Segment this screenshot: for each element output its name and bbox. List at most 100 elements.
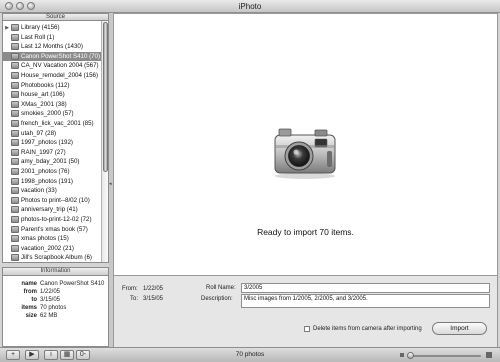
window-title: iPhoto <box>238 2 262 11</box>
from-label: From: <box>122 286 138 292</box>
album-icon <box>11 235 19 243</box>
bottom-toolbar: + ▶ i ▦ 0- 70 photos <box>0 347 500 362</box>
to-value: 3/15/05 <box>143 296 164 302</box>
source-item[interactable]: amy_bday_2001 (50) <box>3 157 102 166</box>
source-item[interactable]: House_remodel_2004 (156) <box>3 71 102 80</box>
source-item[interactable]: Jill's Scrapbook Album (6) <box>3 253 102 262</box>
source-scrollbar[interactable] <box>101 21 108 262</box>
source-item-label: Canon PowerShot S410 (70) <box>21 52 101 60</box>
source-item[interactable]: french_lick_vac_2001 (85) <box>3 119 102 128</box>
info-row-name: name Canon PowerShot S410 <box>3 280 110 288</box>
source-item[interactable]: Last 12 Months (1430) <box>3 42 102 51</box>
album-icon <box>11 120 19 127</box>
source-item[interactable]: vacation_2002 (21) <box>3 244 102 253</box>
source-item-label: vacation (33) <box>21 187 57 195</box>
source-item-label: Photos to print--8/02 (10) <box>21 196 90 204</box>
camera-icon <box>274 128 336 179</box>
source-item-label: CA_NV Vacation 2004 (567) <box>21 62 99 70</box>
source-item-label: anniversary_trip (41) <box>21 206 78 214</box>
library-icon <box>11 24 19 31</box>
album-icon <box>11 196 19 204</box>
source-item-label: 1998_photos (191) <box>21 177 73 185</box>
source-item[interactable]: vacation (33) <box>3 186 102 195</box>
information-panel: Information name Canon PowerShot S410 fr… <box>2 267 109 347</box>
source-item-label: House_remodel_2004 (156) <box>21 72 99 79</box>
source-item[interactable]: house_art (106) <box>3 90 102 99</box>
info-value: 3/15/05 <box>40 297 61 303</box>
information-header: Information <box>3 268 108 276</box>
source-item[interactable]: Photobooks (112) <box>3 81 102 90</box>
roll-name-field[interactable]: 3/2005 <box>241 283 490 293</box>
info-value: Canon PowerShot S410 <box>40 281 105 287</box>
source-item-label: 2001_photos (76) <box>21 168 70 175</box>
source-item[interactable]: utah_97 (28) <box>3 129 102 138</box>
source-item[interactable]: smokies_2000 (57) <box>3 109 102 118</box>
album-icon <box>11 177 19 185</box>
camera-icon <box>11 52 19 60</box>
source-item[interactable]: XMas_2001 (38) <box>3 100 102 109</box>
source-item[interactable]: anniversary_trip (41) <box>3 205 102 214</box>
splitter-arrow-icon[interactable]: ◂ <box>109 181 112 187</box>
source-item[interactable]: Parent's xmas book (57) <box>3 225 102 234</box>
info-key: size <box>25 313 37 319</box>
album-icon <box>11 244 19 252</box>
album-icon <box>11 81 19 89</box>
source-item-label: french_lick_vac_2001 (85) <box>21 120 94 127</box>
album-icon <box>11 139 19 147</box>
title-bar: iPhoto <box>0 0 500 13</box>
source-item[interactable]: 1997_photos (192) <box>3 138 102 147</box>
description-field[interactable]: Misc images from 1/2005, 2/2005, and 3/2… <box>241 294 490 308</box>
large-thumbnail-icon <box>486 352 492 358</box>
info-value: 70 photos <box>40 305 67 311</box>
sidebar: Source ▶ Library (4156) Last Roll (1) Last … <box>2 13 109 347</box>
source-item-label: Parent's xmas book (57) <box>21 225 88 233</box>
source-item-label: photos-to-print-12-02 (72) <box>21 216 92 223</box>
info-key: name <box>21 281 37 287</box>
source-item[interactable]: photos-to-print-12-02 (72) <box>3 215 102 224</box>
album-icon <box>11 216 19 223</box>
source-item-label: house_art (106) <box>21 91 65 99</box>
disclosure-triangle-icon[interactable]: ▶ <box>3 25 11 31</box>
delete-after-import-checkbox[interactable] <box>304 326 310 332</box>
album-icon <box>11 100 19 108</box>
source-item[interactable]: xmas photos (15) <box>3 234 102 243</box>
import-status: Ready to import 70 items. <box>257 227 354 237</box>
source-item[interactable]: Last Roll (1) <box>3 33 102 42</box>
source-item[interactable]: 2001_photos (76) <box>3 167 102 176</box>
import-button[interactable]: Import <box>432 322 487 335</box>
album-icon <box>11 72 19 79</box>
source-item-label: amy_bday_2001 (50) <box>21 158 80 166</box>
album-icon <box>11 225 19 233</box>
source-item-label: smokies_2000 (57) <box>21 110 74 118</box>
album-icon <box>11 206 19 214</box>
source-item-label: Jill's Scrapbook Album (6) <box>21 254 92 262</box>
zoom-slider[interactable] <box>409 355 481 357</box>
source-item[interactable]: Photos to print--8/02 (10) <box>3 196 102 205</box>
source-item-label: xmas photos (15) <box>21 235 69 243</box>
source-item[interactable]: 1998_photos (191) <box>3 177 102 186</box>
source-item-label: Library (4156) <box>21 24 60 31</box>
delete-after-import-label: Delete items from camera after importing <box>313 326 422 332</box>
source-item-label: 1997_photos (192) <box>21 139 73 147</box>
source-item-label: RAIN_1997 (27) <box>21 148 66 156</box>
album-icon <box>11 148 19 156</box>
info-row-from: from 1/22/05 <box>3 288 110 296</box>
album-icon <box>11 254 19 262</box>
source-item[interactable]: Canon PowerShot S410 (70) <box>3 51 102 61</box>
source-item-label: utah_97 (28) <box>21 129 57 137</box>
info-key: to <box>31 297 37 303</box>
source-item[interactable]: CA_NV Vacation 2004 (567) <box>3 61 102 70</box>
import-view: Ready to import 70 items. <box>113 13 498 276</box>
album-icon <box>11 62 19 70</box>
source-item-label: XMas_2001 (38) <box>21 100 67 108</box>
source-item[interactable]: RAIN_1997 (27) <box>3 148 102 157</box>
description-label: Description: <box>201 296 233 302</box>
source-item[interactable]: ▶ Library (4156) <box>3 23 102 32</box>
calendar-icon <box>11 43 19 51</box>
source-item-label: Last Roll (1) <box>21 33 55 41</box>
source-list[interactable]: ▶ Library (4156) Last Roll (1) Last 12 Mont… <box>2 21 109 263</box>
iphoto-window: iPhoto Source ▶ Library (4156) Last Roll (… <box>0 0 500 362</box>
source-scrollbar-thumb[interactable] <box>103 22 108 172</box>
source-header: Source <box>2 13 109 21</box>
info-value: 1/22/05 <box>40 289 61 295</box>
